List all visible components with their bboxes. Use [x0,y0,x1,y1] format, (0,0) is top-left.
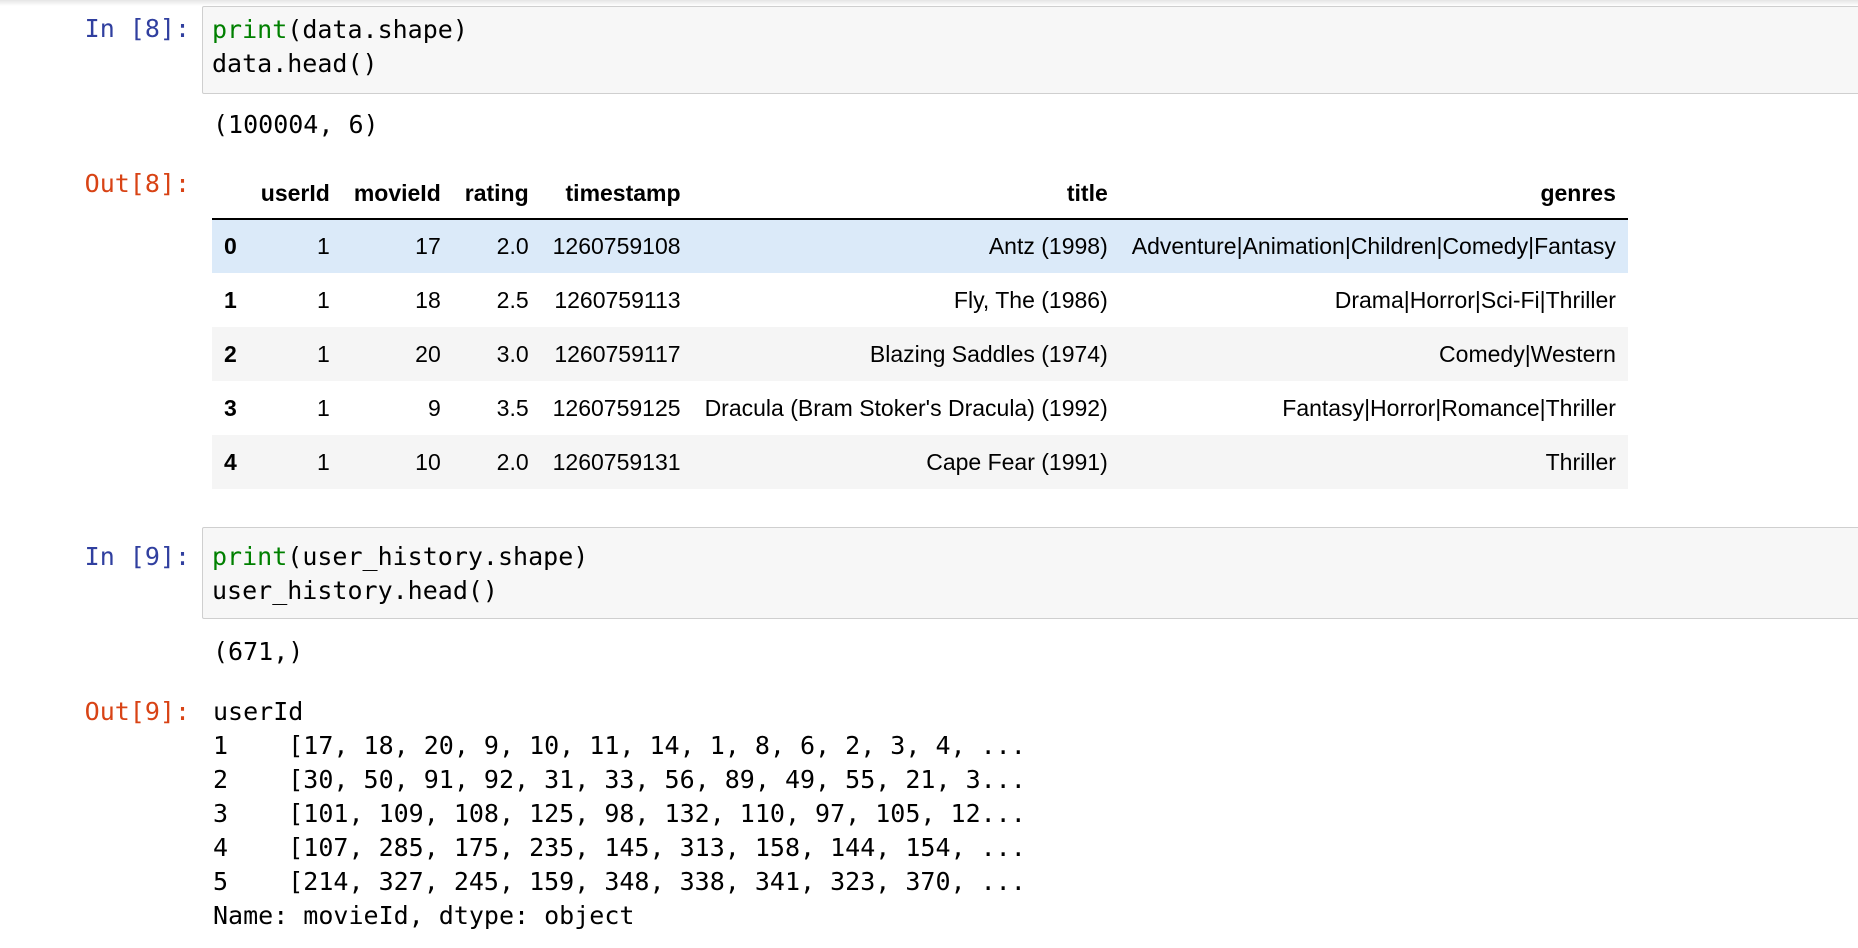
cell-timestamp: 1260759108 [552,233,681,259]
cell-title: Blazing Saddles (1974) [869,340,1108,367]
cell-title: Dracula (Bram Stoker's Dracula) (1992) [704,394,1108,421]
cell-userid: 1 [317,340,330,367]
series-row: 1 [17, 18, 20, 9, 10, 11, 14, 1, 8, 6, 2… [213,731,1026,760]
cell-rating: 3.5 [496,394,529,421]
cell-movieid: 9 [427,394,441,421]
code-text: data.head() [212,49,378,78]
series-row: 4 [107, 285, 175, 235, 145, 313, 158, 14… [213,833,1026,862]
cell-userid: 1 [317,394,330,421]
table-row: 1 1 18 2.5 1260759113 Fly, The (1986) Dr… [212,273,1628,327]
stdout-9: (671,) [213,637,304,666]
row-index: 1 [224,286,237,313]
cell-genres: Drama|Horror|Sci-Fi|Thriller [1334,286,1616,313]
cell-userid: 1 [317,448,330,475]
in-prompt-9: In [9]: [84,542,190,571]
row-index: 2 [224,340,237,367]
cell-movieid: 17 [415,233,441,259]
cell-rating: 2.0 [496,448,529,475]
cell-movieid: 20 [415,340,441,367]
code-input-cell-9[interactable]: print(user_history.shape) user_history.h… [202,527,1858,619]
cell-genres: Thriller [1545,448,1616,475]
in-prompt-8: In [8]: [84,14,190,43]
cell-timestamp: 1260759113 [554,286,681,313]
cell-genres: Fantasy|Horror|Romance|Thriller [1282,394,1616,421]
cell-timestamp: 1260759125 [552,394,681,421]
cell-rating: 2.0 [496,233,529,259]
builtin-print: print [212,15,288,44]
column-header-genres: genres [1119,168,1628,220]
column-header-timestamp: timestamp [540,168,693,220]
series-footer: Name: movieId, dtype: object [213,901,635,930]
index-header [212,168,249,220]
code-line-1: print(user_history.shape) [212,542,588,571]
table-row: 3 1 9 3.5 1260759125 Dracula (Bram Stoke… [212,381,1628,435]
out-prompt-8: Out[8]: [84,169,190,198]
table-row: 2 1 20 3.0 1260759117 Blazing Saddles (1… [212,327,1628,381]
series-row: 5 [214, 327, 245, 159, 348, 338, 341, 32… [213,867,1026,896]
cell-title: Antz (1998) [988,233,1108,259]
cell-rating: 2.5 [496,286,529,313]
column-header-movieid: movieId [341,168,453,220]
code-text: (user_history.shape) [287,542,589,571]
cell-movieid: 10 [415,448,441,475]
table-header-row: userId movieId rating timestamp title ge… [212,168,1628,220]
code-text: user_history.head() [212,576,498,605]
cell-genres: Adventure|Animation|Children|Comedy|Fant… [1131,233,1616,259]
cell-movieid: 18 [415,286,441,313]
cell-rating: 3.0 [496,340,529,367]
table-row: 0 1 17 2.0 1260759108 Antz (1998) Advent… [212,219,1628,273]
out-prompt-9: Out[9]: [84,697,190,726]
column-header-userid: userId [248,168,342,220]
cell-userid: 1 [317,233,330,259]
column-header-title: title [692,168,1120,220]
row-index: 0 [224,233,237,259]
code-line-2: data.head() [212,49,378,78]
series-index-name: userId [213,697,304,726]
dataframe-table: userId movieId rating timestamp title ge… [212,168,1628,489]
cell-timestamp: 1260759117 [554,340,681,367]
row-index: 3 [224,394,237,421]
code-line-2: user_history.head() [212,576,498,605]
cell-userid: 1 [317,286,330,313]
builtin-print: print [212,542,288,571]
stdout-8: (100004, 6) [213,110,379,139]
series-row: 3 [101, 109, 108, 125, 98, 132, 110, 97,… [213,799,1026,828]
code-line-1: print(data.shape) [212,15,468,44]
column-header-rating: rating [452,168,541,220]
table-row: 4 1 10 2.0 1260759131 Cape Fear (1991) T… [212,435,1628,489]
cell-title: Cape Fear (1991) [926,448,1108,475]
code-text: (data.shape) [287,15,468,44]
series-row: 2 [30, 50, 91, 92, 31, 33, 56, 89, 49, 5… [213,765,1026,794]
cell-title: Fly, The (1986) [953,286,1108,313]
code-input-cell-8[interactable]: print(data.shape) data.head() [202,6,1858,94]
cell-genres: Comedy|Western [1439,340,1616,367]
cell-timestamp: 1260759131 [552,448,681,475]
row-index: 4 [224,448,237,475]
